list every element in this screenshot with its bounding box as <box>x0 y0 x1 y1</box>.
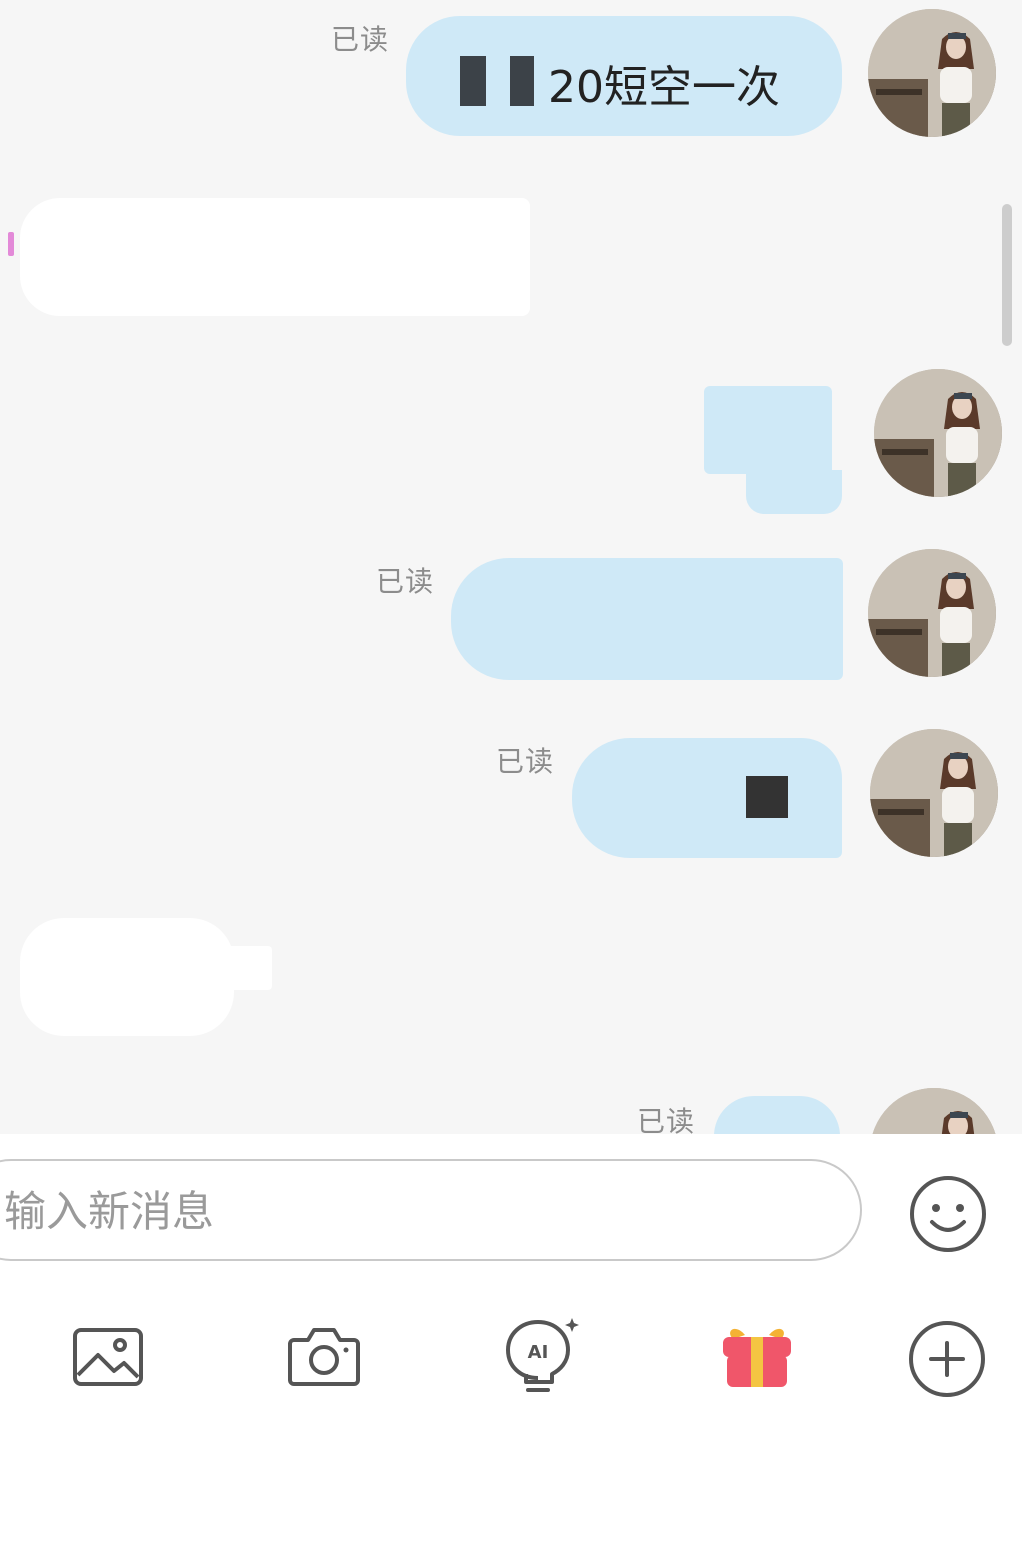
avatar[interactable] <box>868 549 996 677</box>
smiley-icon <box>910 1176 986 1252</box>
read-receipt: 已读 <box>637 1105 696 1134</box>
chat-area[interactable]: 已读 20短空一次 已读 已读 已读 <box>0 0 1022 1134</box>
avatar-photo <box>868 9 996 137</box>
image-button[interactable] <box>68 1322 148 1392</box>
svg-text:AI: AI <box>528 1342 549 1363</box>
message-bubble-incoming-part <box>226 946 272 990</box>
message-input-container[interactable] <box>0 1159 862 1261</box>
avatar-photo <box>874 369 1002 497</box>
image-icon <box>73 1328 143 1386</box>
plus-icon <box>909 1321 985 1397</box>
message-input[interactable] <box>2 1161 826 1261</box>
message-bubble-outgoing[interactable]: 20短空一次 <box>406 16 842 136</box>
avatar[interactable] <box>874 369 1002 497</box>
avatar-photo <box>870 729 998 857</box>
more-button[interactable] <box>906 1318 988 1400</box>
incoming-indicator <box>8 232 14 256</box>
message-bubble-outgoing[interactable] <box>451 558 843 680</box>
read-receipt: 已读 <box>496 745 555 778</box>
redaction-block <box>460 56 486 106</box>
redaction-block <box>510 56 534 106</box>
redaction-block <box>746 776 788 818</box>
gift-icon <box>723 1328 791 1387</box>
camera-icon <box>288 1328 360 1386</box>
composer-panel: AI <box>0 1134 1022 1544</box>
emoji-button[interactable] <box>906 1172 990 1256</box>
avatar-photo <box>870 1088 998 1134</box>
ai-bulb-icon: AI <box>506 1318 579 1392</box>
message-bubble-outgoing[interactable] <box>704 386 832 474</box>
gift-button[interactable] <box>716 1318 798 1394</box>
avatar[interactable] <box>868 9 996 137</box>
message-bubble-incoming[interactable] <box>20 198 530 316</box>
message-bubble-outgoing[interactable] <box>572 738 842 858</box>
camera-button[interactable] <box>284 1318 364 1394</box>
message-bubble-outgoing-tail <box>746 470 842 514</box>
message-bubble-outgoing[interactable] <box>714 1096 840 1134</box>
message-bubble-incoming[interactable] <box>20 918 234 1036</box>
avatar[interactable] <box>870 729 998 857</box>
chat-scrollbar[interactable] <box>1002 204 1012 346</box>
read-receipt: 已读 <box>331 23 390 56</box>
avatar-photo <box>868 549 996 677</box>
avatar[interactable] <box>870 1088 998 1134</box>
message-text: 20短空一次 <box>548 62 780 113</box>
read-receipt: 已读 <box>376 565 435 598</box>
ai-assistant-button[interactable]: AI <box>498 1314 582 1398</box>
